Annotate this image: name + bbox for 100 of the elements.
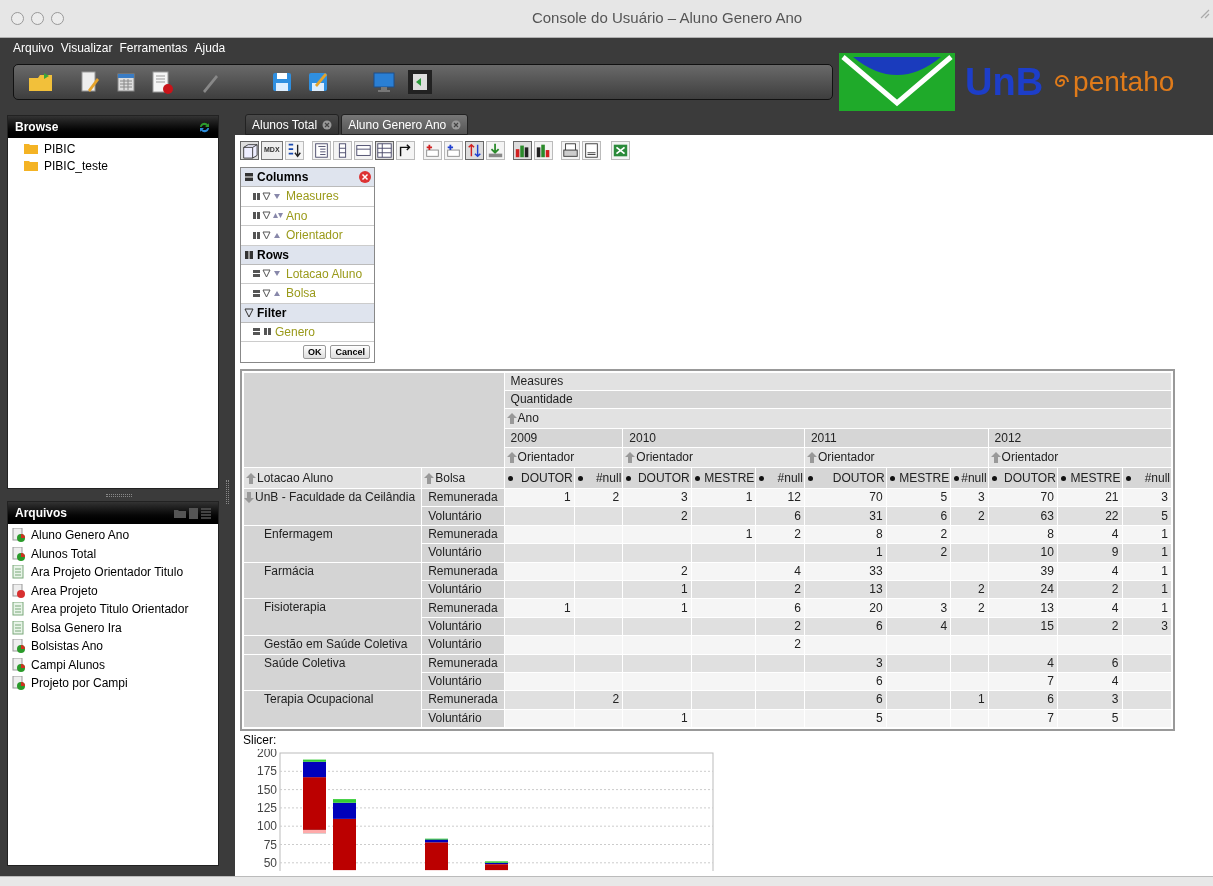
grid-icon[interactable]	[374, 140, 394, 160]
bullet-icon	[507, 475, 513, 481]
bar-chart-icon[interactable]	[533, 140, 553, 160]
alert-document-icon	[12, 583, 26, 598]
table-cell: 3	[1122, 489, 1171, 507]
tab[interactable]: Aluno Genero Ano	[341, 114, 469, 135]
table-cell: 9	[1057, 544, 1122, 562]
page-icon[interactable]	[581, 140, 601, 160]
table-cell: 13	[988, 599, 1057, 617]
close-icon[interactable]	[451, 119, 462, 130]
row-header: Remunerada	[422, 691, 504, 709]
table-cell: 1	[1122, 562, 1171, 580]
member-controls-icon[interactable]	[253, 327, 272, 337]
table-cell: 39	[988, 562, 1057, 580]
table-cell: 2	[1057, 580, 1122, 599]
table-cell: 12	[756, 489, 804, 507]
document-icon	[12, 565, 26, 580]
splitter-handle[interactable]	[105, 493, 132, 497]
file-item[interactable]: Bolsa Genero Ira	[12, 618, 218, 637]
axis-tick-label: 175	[256, 764, 277, 779]
ok-button[interactable]: OK	[303, 345, 327, 359]
close-icon[interactable]	[359, 171, 371, 183]
file-item[interactable]: Alunos Total	[12, 544, 218, 563]
close-icon[interactable]	[322, 119, 333, 130]
stacked-bar	[425, 838, 448, 871]
table-icon[interactable]	[353, 140, 373, 160]
header-cell[interactable]: Ano	[506, 411, 1169, 426]
panel-title: Browse	[15, 119, 59, 136]
tab[interactable]: Alunos Total	[245, 114, 340, 135]
header-cell[interactable]: Orientador	[990, 450, 1169, 465]
row-header: Remunerada	[422, 489, 504, 507]
panel-icon[interactable]	[408, 70, 432, 94]
folder-icon	[24, 160, 38, 171]
spreadsheet-icon[interactable]	[610, 140, 630, 160]
section-header: Columns	[241, 168, 374, 187]
table-cell: 2	[951, 580, 988, 599]
file-item[interactable]: Projeto por Campi	[12, 674, 218, 693]
splitter-handle[interactable]	[225, 479, 229, 504]
axis-icon	[244, 172, 254, 182]
folder-icon	[24, 143, 38, 154]
header-cell[interactable]: Orientador	[806, 450, 986, 465]
file-item[interactable]: Area projeto Titulo Orientador	[12, 600, 218, 619]
folder-item[interactable]: PIBIC	[24, 140, 218, 157]
member-controls-icon[interactable]	[253, 269, 283, 279]
menu-item[interactable]: Visualizar	[60, 38, 113, 57]
file-item[interactable]: Bolsistas Ano	[12, 637, 218, 656]
bullet-icon	[954, 475, 960, 481]
report-icon[interactable]	[150, 70, 174, 94]
table-cell: 31	[804, 507, 886, 525]
table-cell: 2	[1057, 617, 1122, 636]
calculator-icon[interactable]	[114, 70, 138, 94]
table-cell: 2	[756, 525, 804, 544]
header-cell[interactable]: Bolsa	[424, 470, 502, 486]
download-icon[interactable]	[485, 140, 505, 160]
header-cell: 2012	[988, 429, 1171, 447]
print-icon[interactable]	[560, 140, 580, 160]
menu-item[interactable]: Ajuda	[194, 38, 226, 57]
file-item[interactable]: Aluno Genero Ano	[12, 526, 218, 545]
table-cell: 10	[988, 544, 1057, 562]
sort-icon[interactable]	[284, 140, 304, 160]
member-controls-icon[interactable]	[253, 230, 283, 240]
bar-chart-icon[interactable]	[512, 140, 532, 160]
pentaho-logo-text: pentaho	[1073, 68, 1175, 96]
arrows-icon[interactable]	[464, 140, 484, 160]
member-controls-icon[interactable]	[253, 288, 283, 298]
floppy-edit-icon[interactable]	[306, 70, 330, 94]
header-cell[interactable]: Lotacao Aluno	[246, 470, 420, 486]
bullet-icon	[626, 475, 632, 481]
header-cell[interactable]: Orientador	[625, 450, 802, 465]
row-header: Remunerada	[422, 599, 504, 617]
folder-item[interactable]: PIBIC_teste	[24, 157, 218, 174]
member-controls-icon[interactable]	[253, 191, 283, 201]
hierarchy-icon[interactable]	[311, 140, 331, 160]
table-cell: 1	[504, 599, 574, 617]
file-item[interactable]: Ara Projeto Orientador Titulo	[12, 563, 218, 582]
table-cell: 5	[1122, 507, 1171, 525]
table-cell: 5	[1057, 709, 1122, 728]
column-icon[interactable]	[332, 140, 352, 160]
cube-icon[interactable]	[240, 140, 259, 160]
member-controls-icon[interactable]	[253, 211, 283, 221]
folder-icon[interactable]	[174, 507, 186, 518]
table-cell: 5	[804, 709, 886, 728]
table-cell: 2	[951, 599, 988, 617]
header-cell[interactable]: Orientador	[506, 450, 621, 465]
menu-item[interactable]: Ferramentas	[119, 38, 188, 57]
table-cell: 3	[804, 654, 886, 672]
file-item[interactable]: Campi Alunos	[12, 655, 218, 674]
table-cell: 6	[988, 691, 1057, 709]
cancel-button[interactable]: Cancel	[330, 345, 370, 359]
table-cell: 8	[988, 525, 1057, 544]
swap-icon[interactable]	[395, 140, 415, 160]
file-item[interactable]: Area Projeto	[12, 581, 218, 600]
header-cell: Quantidade	[504, 391, 1171, 408]
refresh-icon[interactable]	[198, 120, 211, 134]
menu-item[interactable]: Arquivo	[13, 38, 54, 57]
folder-icon[interactable]	[28, 70, 52, 94]
document-edit-icon[interactable]	[78, 70, 102, 94]
table-cell: 4	[1057, 672, 1122, 691]
axis-tick-label: 200	[256, 749, 277, 761]
bullet-icon	[1060, 475, 1066, 481]
